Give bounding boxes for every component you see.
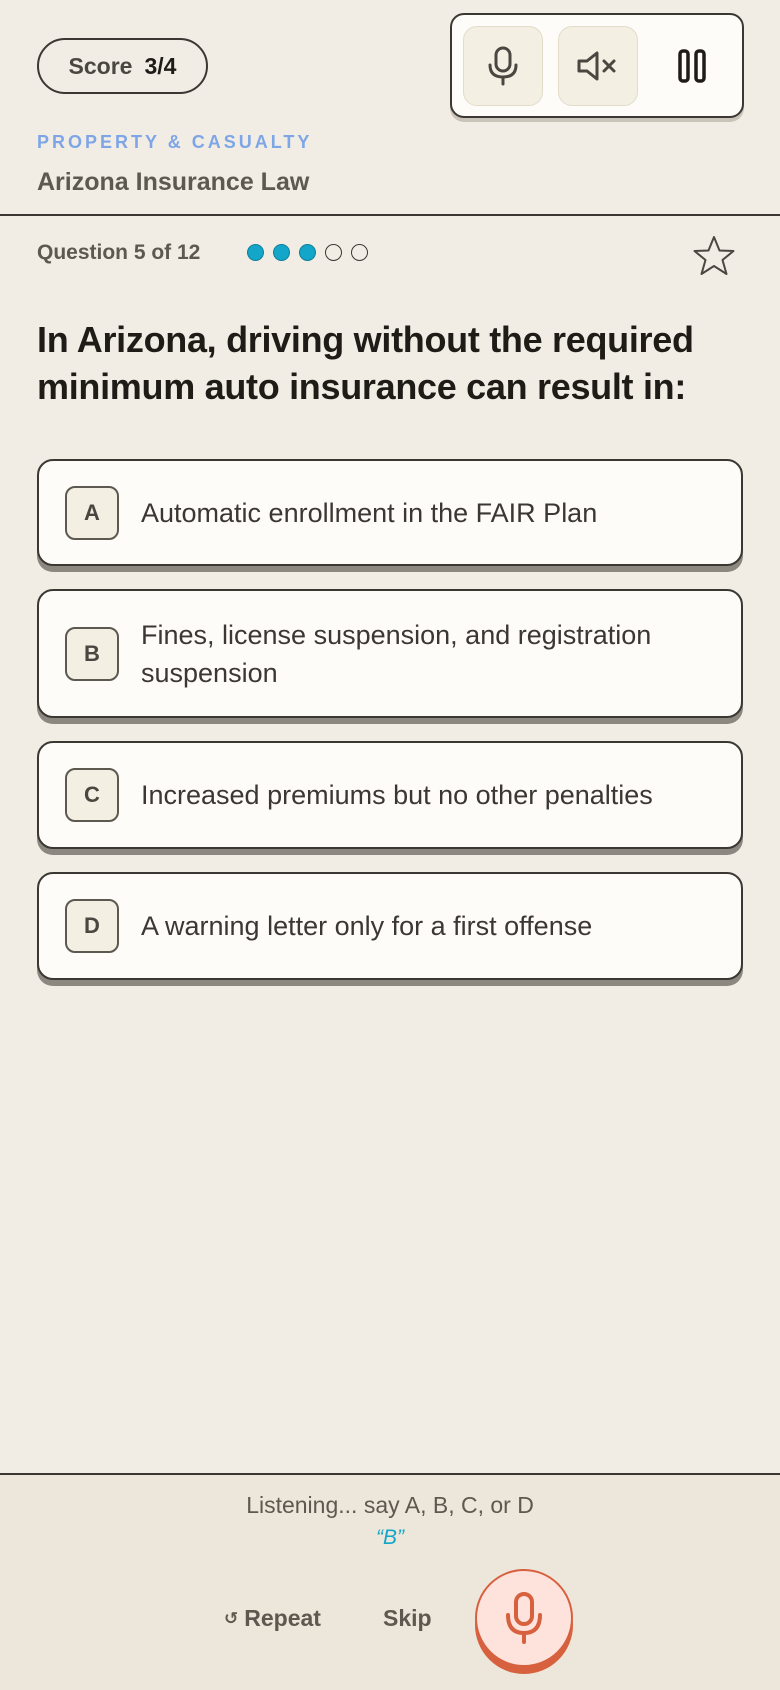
- pause-button[interactable]: [652, 26, 732, 106]
- progress-dot: [351, 244, 368, 261]
- repeat-button[interactable]: ↺ Repeat: [224, 1605, 321, 1632]
- listening-status: Listening... say A, B, C, or D: [246, 1492, 534, 1518]
- progress-dot: [299, 244, 316, 261]
- score-badge: Score 3/4: [37, 38, 208, 94]
- question-counter: Question 5 of 12: [37, 241, 201, 264]
- voice-answer-button[interactable]: [475, 1569, 573, 1667]
- answer-option-d[interactable]: D A warning letter only for a first offe…: [37, 872, 743, 980]
- answer-option-b[interactable]: B Fines, license suspension, and registr…: [37, 589, 743, 718]
- score-value: 3/4: [144, 52, 177, 79]
- microphone-icon: [506, 1592, 542, 1644]
- option-letter: D: [65, 899, 119, 953]
- microphone-toggle-button[interactable]: [463, 26, 543, 106]
- option-text: Increased premiums but no other penaltie…: [141, 780, 653, 810]
- category-label: PROPERTY & CASUALTY: [37, 132, 313, 152]
- subject-title: Arizona Insurance Law: [37, 168, 310, 196]
- microphone-icon: [488, 46, 518, 86]
- pause-icon: [678, 49, 706, 83]
- progress-dot: [247, 244, 264, 261]
- repeat-icon: ↺: [224, 1608, 239, 1628]
- quiz-screen: Score 3/4 PROPERTY & CASUALTY Arizona In…: [0, 0, 780, 1690]
- progress-dots: [247, 244, 368, 261]
- audio-controls: [450, 13, 744, 118]
- option-text: Automatic enrollment in the FAIR Plan: [141, 497, 598, 528]
- skip-button[interactable]: Skip: [383, 1605, 432, 1632]
- sound-toggle-button[interactable]: [558, 26, 638, 106]
- answer-option-c[interactable]: C Increased premiums but no other penalt…: [37, 741, 743, 849]
- recognized-answer: “B”: [376, 1526, 404, 1549]
- speaker-muted-icon: [577, 51, 616, 81]
- option-letter: C: [65, 768, 119, 822]
- star-outline-icon[interactable]: [692, 234, 736, 278]
- progress-dot: [273, 244, 290, 261]
- score-label: Score: [68, 52, 133, 79]
- option-text: A warning letter only for a first offens…: [141, 911, 593, 941]
- option-text: Fines, license suspension, and registrat…: [141, 619, 652, 688]
- answer-option-a[interactable]: A Automatic enrollment in the FAIR Plan: [37, 459, 743, 566]
- progress-dot: [325, 244, 342, 261]
- option-letter: B: [65, 626, 119, 681]
- header-divider: [0, 214, 780, 216]
- option-letter: A: [65, 485, 119, 540]
- question-text: In Arizona, driving without the required…: [37, 319, 694, 407]
- repeat-label: Repeat: [244, 1605, 321, 1631]
